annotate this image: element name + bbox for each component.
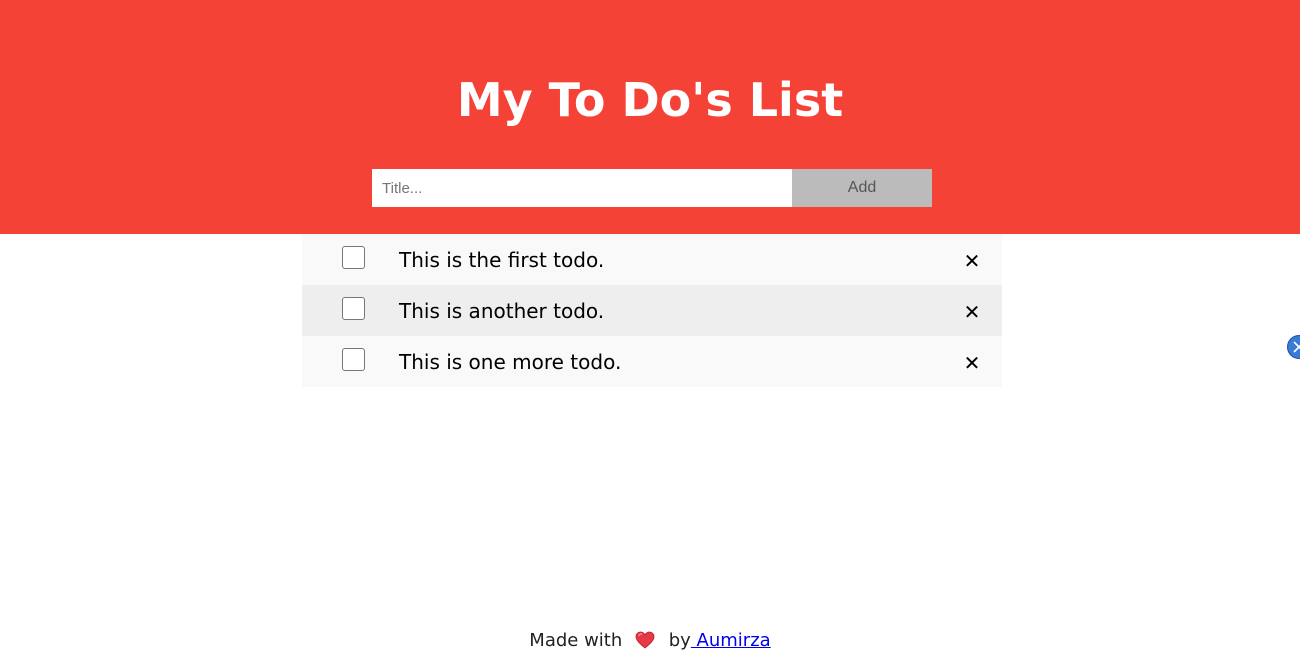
delete-icon[interactable]: ✕ (962, 234, 982, 288)
header: My To Do's List Add (0, 0, 1300, 234)
page-title: My To Do's List (456, 73, 844, 127)
todo-checkbox[interactable] (342, 297, 365, 320)
todo-text: This is one more todo. (399, 350, 622, 374)
todo-item[interactable]: This is another todo. ✕ (302, 285, 1002, 336)
todo-checkbox[interactable] (342, 246, 365, 269)
todo-list: This is the first todo. ✕ This is anothe… (302, 234, 1002, 387)
add-button[interactable]: Add (792, 169, 932, 207)
delete-icon[interactable]: ✕ (962, 336, 982, 390)
add-todo-form: Add (372, 169, 932, 207)
todo-text: This is the first todo. (399, 248, 605, 272)
footer-made-with: Made with (529, 630, 623, 651)
title-input[interactable] (372, 169, 792, 207)
todo-item[interactable]: This is the first todo. ✕ (302, 234, 1002, 285)
footer-by: by (668, 630, 691, 651)
delete-icon[interactable]: ✕ (962, 285, 982, 339)
author-link[interactable]: Aumirza (691, 630, 771, 651)
heart-icon (635, 631, 655, 654)
todo-text: This is another todo. (399, 299, 605, 323)
footer: Made with by Aumirza (0, 630, 1300, 654)
edge-widget-icon[interactable] (1287, 335, 1300, 359)
todo-checkbox[interactable] (342, 348, 365, 371)
todo-item[interactable]: This is one more todo. ✕ (302, 336, 1002, 387)
